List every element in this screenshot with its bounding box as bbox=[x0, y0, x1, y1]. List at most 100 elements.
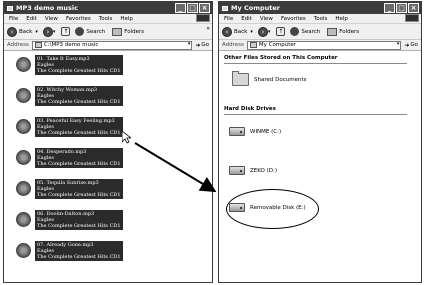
section-divider bbox=[224, 63, 407, 64]
file-album: The Complete Greatest Hits CD1 bbox=[37, 130, 121, 136]
audio-file-icon bbox=[16, 181, 31, 196]
right-menu-bar: File Edit View Favorites Tools Help bbox=[219, 14, 421, 24]
chevron-down-icon[interactable]: ▾ bbox=[188, 41, 191, 47]
menu-favorites[interactable]: Favorites bbox=[66, 16, 91, 22]
hard-disk-icon bbox=[229, 166, 245, 175]
audio-file-icon bbox=[16, 150, 31, 165]
audio-file-icon bbox=[16, 243, 31, 258]
shared-documents-label: Shared Documents bbox=[254, 76, 307, 83]
shared-documents-item[interactable]: Shared Documents bbox=[232, 71, 307, 86]
toolbar-more-chevron[interactable]: » bbox=[206, 25, 210, 32]
file-info: 01. Take It Easy.mp3 Eagles The Complete… bbox=[35, 55, 123, 75]
back-arrow-icon[interactable]: ‹ bbox=[222, 26, 232, 37]
address-label: Address bbox=[222, 42, 244, 48]
search-button[interactable]: Search bbox=[86, 29, 105, 35]
section-divider bbox=[224, 114, 407, 115]
file-info: 04. Desperado.mp3 Eagles The Complete Gr… bbox=[35, 148, 123, 168]
go-button[interactable]: ➜ Go bbox=[404, 42, 418, 49]
menu-help[interactable]: Help bbox=[335, 16, 348, 22]
file-album: The Complete Greatest Hits CD1 bbox=[37, 223, 121, 229]
drive-d-item[interactable]: ZEKO (D:) bbox=[229, 166, 277, 175]
menu-help[interactable]: Help bbox=[120, 16, 133, 22]
back-button[interactable]: Back bbox=[234, 29, 247, 35]
list-item[interactable]: 02. Witchy Woman.mp3 Eagles The Complete… bbox=[16, 86, 123, 106]
go-button[interactable]: ➜ Go bbox=[195, 42, 209, 49]
maximize-button[interactable]: □ bbox=[396, 3, 407, 13]
file-info: 06. Doolin-Dalton.mp3 Eagles The Complet… bbox=[35, 210, 123, 230]
menu-file[interactable]: File bbox=[9, 16, 18, 22]
go-arrow-icon: ➜ bbox=[195, 41, 201, 49]
menu-view[interactable]: View bbox=[260, 16, 273, 22]
folder-icon bbox=[34, 42, 42, 48]
search-button[interactable]: Search bbox=[301, 29, 320, 35]
maximize-button[interactable]: □ bbox=[187, 3, 198, 13]
folder-icon bbox=[232, 71, 249, 86]
back-button[interactable]: Back bbox=[19, 29, 32, 35]
forward-arrow-icon[interactable]: › bbox=[42, 26, 53, 37]
drive-c-item[interactable]: WINME (C:) bbox=[229, 127, 281, 136]
address-value: My Computer bbox=[258, 42, 296, 48]
file-album: The Complete Greatest Hits CD1 bbox=[37, 68, 121, 74]
mp3-folder-window: MP3 demo music _ □ × File Edit View Favo… bbox=[3, 1, 213, 283]
menu-tools[interactable]: Tools bbox=[99, 16, 113, 22]
file-info: 07. Already Gone.mp3 Eagles The Complete… bbox=[35, 241, 123, 261]
back-arrow-icon[interactable]: ‹ bbox=[7, 26, 17, 37]
right-toolbar: ‹ Back ▾ › ▾ ↑ Search Folders bbox=[219, 24, 421, 40]
close-button[interactable]: × bbox=[199, 3, 210, 13]
forward-arrow-icon[interactable]: › bbox=[257, 26, 268, 37]
left-title-bar[interactable]: MP3 demo music _ □ × bbox=[4, 2, 212, 14]
close-button[interactable]: × bbox=[408, 3, 419, 13]
list-item[interactable]: 05. Tequila Sunrise.mp3 Eagles The Compl… bbox=[16, 179, 123, 199]
list-item[interactable]: 03. Peaceful Easy Feeling.mp3 Eagles The… bbox=[16, 117, 123, 137]
computer-icon bbox=[222, 5, 228, 11]
my-computer-window: My Computer _ □ × File Edit View Favorit… bbox=[218, 1, 422, 283]
left-toolbar: ‹ Back ▾ › ▾ ↑ Search Folders » bbox=[4, 24, 212, 40]
go-label: Go bbox=[410, 42, 418, 48]
section-heading-files: Other Files Stored on This Computer bbox=[224, 55, 338, 61]
list-item[interactable]: 06. Doolin-Dalton.mp3 Eagles The Complet… bbox=[16, 210, 123, 230]
chevron-down-icon[interactable]: ▾ bbox=[35, 29, 38, 35]
go-label: Go bbox=[201, 42, 209, 48]
file-info: 02. Witchy Woman.mp3 Eagles The Complete… bbox=[35, 86, 123, 106]
folders-icon[interactable] bbox=[112, 27, 123, 36]
section-heading-drives: Hard Disk Drives bbox=[224, 106, 276, 112]
up-folder-icon[interactable]: ↑ bbox=[276, 27, 286, 36]
file-info: 03. Peaceful Easy Feeling.mp3 Eagles The… bbox=[35, 117, 123, 137]
minimize-button[interactable]: _ bbox=[384, 3, 395, 13]
my-computer-content: Other Files Stored on This Computer Shar… bbox=[219, 51, 421, 281]
file-album: The Complete Greatest Hits CD1 bbox=[37, 192, 121, 198]
search-icon[interactable] bbox=[290, 27, 300, 36]
audio-file-icon bbox=[16, 57, 31, 72]
address-input[interactable]: C:\MP3 demo music ▾ bbox=[31, 40, 193, 50]
chevron-down-icon[interactable]: ▾ bbox=[397, 41, 400, 47]
list-item[interactable]: 04. Desperado.mp3 Eagles The Complete Gr… bbox=[16, 148, 123, 168]
folders-button[interactable]: Folders bbox=[339, 29, 359, 35]
minimize-button[interactable]: _ bbox=[175, 3, 186, 13]
chevron-down-icon[interactable]: ▾ bbox=[268, 29, 271, 35]
file-album: The Complete Greatest Hits CD1 bbox=[37, 99, 121, 105]
menu-edit[interactable]: Edit bbox=[241, 16, 252, 22]
menu-favorites[interactable]: Favorites bbox=[281, 16, 306, 22]
computer-icon bbox=[249, 42, 257, 48]
up-folder-icon[interactable]: ↑ bbox=[61, 27, 71, 36]
search-icon[interactable] bbox=[75, 27, 85, 36]
right-title-bar[interactable]: My Computer _ □ × bbox=[219, 2, 421, 14]
menu-tools[interactable]: Tools bbox=[314, 16, 328, 22]
go-arrow-icon: ➜ bbox=[404, 41, 410, 49]
file-info: 05. Tequila Sunrise.mp3 Eagles The Compl… bbox=[35, 179, 123, 199]
left-address-bar: Address C:\MP3 demo music ▾ ➜ Go bbox=[4, 40, 212, 51]
address-input[interactable]: My Computer ▾ bbox=[246, 40, 402, 50]
right-address-bar: Address My Computer ▾ ➜ Go bbox=[219, 40, 421, 51]
audio-file-icon bbox=[16, 212, 31, 227]
chevron-down-icon[interactable]: ▾ bbox=[53, 29, 56, 35]
list-item[interactable]: 01. Take It Easy.mp3 Eagles The Complete… bbox=[16, 55, 123, 75]
menu-view[interactable]: View bbox=[45, 16, 58, 22]
address-value: C:\MP3 demo music bbox=[43, 42, 99, 48]
menu-edit[interactable]: Edit bbox=[26, 16, 37, 22]
menu-file[interactable]: File bbox=[224, 16, 233, 22]
chevron-down-icon[interactable]: ▾ bbox=[250, 29, 253, 35]
folders-button[interactable]: Folders bbox=[124, 29, 144, 35]
list-item[interactable]: 07. Already Gone.mp3 Eagles The Complete… bbox=[16, 241, 123, 261]
folders-icon[interactable] bbox=[327, 27, 338, 36]
file-list: 01. Take It Easy.mp3 Eagles The Complete… bbox=[4, 51, 212, 281]
